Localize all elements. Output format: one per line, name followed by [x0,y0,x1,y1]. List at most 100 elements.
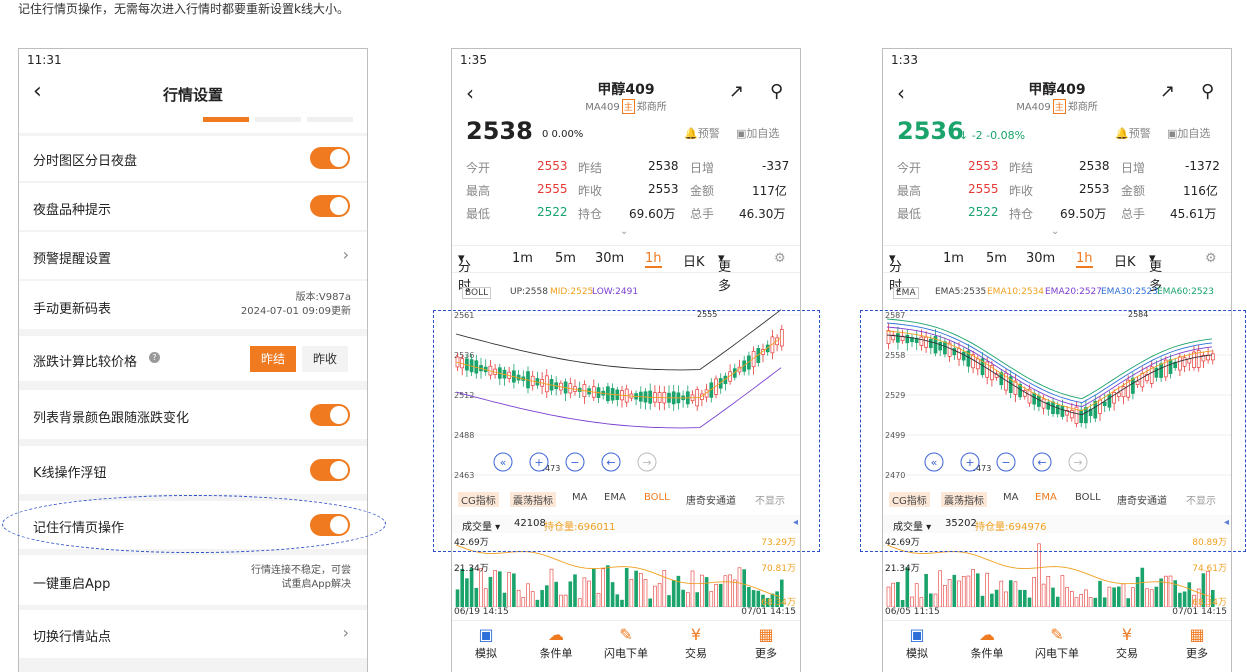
page-indicator-active [203,117,249,122]
trade-icon: ¥ [1121,625,1133,644]
nav-more[interactable]: ▦ 更多 [1167,625,1227,661]
volume-bar [910,596,914,607]
nav-more[interactable]: ▦ 更多 [736,625,796,661]
kline-float-toggle[interactable] [310,459,350,481]
chevron-down-icon[interactable]: ⌄ [620,226,628,237]
trade-icon: ¥ [690,625,702,644]
tab-5m[interactable]: 5m [555,251,576,266]
indicator-name[interactable]: EMA [893,287,919,299]
nav-flash[interactable]: ✎ 闪电下单 [596,625,656,661]
caption: 记住行情页操作，无需每次进入行情时都要重新设置k线大小。 [18,2,349,16]
add-watch-button[interactable]: ▣加自选 [1167,125,1210,141]
volume-bar [507,572,512,607]
row-restart[interactable]: 一键重启App 行情连接不稳定，可尝 试重启App解决 [19,555,367,605]
compare-settle-button[interactable]: 昨结 [250,346,296,372]
volume-bar [1074,597,1079,607]
tab-timeshare[interactable]: 分时 ▾ [458,251,471,294]
tab-5m[interactable]: 5m [986,251,1007,266]
grid-label: 总手 [1121,207,1146,221]
help-icon[interactable]: ? [149,352,160,363]
bottom-nav: ▣ 模拟 ☁ 条件单 ✎ 闪电下单 ¥ 交易 ▦ 更多 [452,620,800,672]
oi-axis-label: 74.61万 [1192,564,1227,574]
volume-bar [592,568,596,607]
volume-bar [914,583,919,607]
volume-bar [577,598,582,607]
volume-bar [751,590,756,607]
nav-sim[interactable]: ▣ 模拟 [887,625,947,661]
split-day-night-toggle[interactable] [310,147,350,169]
grid-value: 2538 [1079,159,1110,173]
nav-condition[interactable]: ☁ 条件单 [526,625,586,661]
gear-icon[interactable]: ⚙ [774,251,786,266]
nav-condition[interactable]: ☁ 条件单 [957,625,1017,661]
volume-bar [615,594,620,607]
chevron-right-icon: › [342,245,349,264]
tab-30m[interactable]: 30m [1026,251,1055,266]
row-label: 夜盘品种提示 [33,203,112,218]
tab-1m[interactable]: 1m [943,251,964,266]
grid-label: 金额 [690,184,715,198]
tab-1m[interactable]: 1m [512,251,533,266]
search-icon[interactable]: ⚲ [770,81,783,102]
volume-bar [469,567,474,607]
status-time: 1:35 [460,53,487,67]
tab-day-k[interactable]: 日K [683,251,705,270]
volume-bar [1112,587,1116,607]
volume-bar [896,581,900,607]
condition-icon: ☁ [979,625,995,644]
nav-trade[interactable]: ¥ 交易 [666,625,726,661]
volume-bar [1140,567,1145,607]
volume-bar [966,575,971,607]
vol-axis-label: 21.34万 [885,564,920,574]
add-watch-button[interactable]: ▣加自选 [736,125,779,141]
version-date: 2024-07-01 09:09更新 [240,306,351,317]
search-icon[interactable]: ⚲ [1201,81,1214,102]
row-label: 预警提醒设置 [33,252,112,267]
tab-timeshare[interactable]: 分时 ▾ [889,251,902,294]
alert-button[interactable]: 🔔预警 [1115,125,1151,141]
share-icon[interactable]: ↗ [729,81,744,102]
grid-label: 昨结 [1009,161,1034,175]
tab-day-k[interactable]: 日K [1114,251,1136,270]
nav-trade[interactable]: ¥ 交易 [1097,625,1157,661]
version-text: 版本:V987a [295,292,351,303]
grid-value: 69.50万 [1060,207,1107,221]
indicator-name[interactable]: BOLL [462,287,492,299]
tab-1h[interactable]: 1h [645,251,662,268]
boll-low: LOW:2491 [592,287,639,297]
row-manual-update[interactable]: 手动更新码表 版本:V987a 2024-07-01 09:09更新 [19,281,367,329]
volume-bar [554,581,558,607]
row-compare-price: 涨跌计算比较价格 ? 昨结 昨收 [19,336,367,381]
nav-sim[interactable]: ▣ 模拟 [456,625,516,661]
compare-close-button[interactable]: 昨收 [302,346,348,372]
tab-more[interactable]: 更多 ▾ [1149,251,1162,294]
grid-label: 昨收 [578,184,603,198]
page-indicator [307,117,353,122]
volume-bar [938,570,943,607]
grid-value: 2553 [968,159,999,173]
volume-bar [648,598,652,607]
boll-mid: MID:2525 [550,287,594,297]
date-end: 07/01 14:15 [741,607,796,617]
more-icon: ▦ [758,625,774,644]
tab-30m[interactable]: 30m [595,251,624,266]
share-icon[interactable]: ↗ [1160,81,1175,102]
row-alert-settings[interactable]: 预警提醒设置 › [19,232,367,279]
list-color-toggle[interactable] [310,404,350,426]
grid-label: 昨收 [1009,184,1034,198]
volume-bar [1126,598,1130,607]
tab-more[interactable]: 更多 ▾ [718,251,731,294]
row-kline-float: K线操作浮钮 [19,446,367,494]
tab-1h[interactable]: 1h [1076,251,1093,268]
alert-button[interactable]: 🔔预警 [684,125,720,141]
ema60: EMA60:2523 [1157,287,1214,297]
volume-bar [1149,589,1154,607]
flash-icon: ✎ [1050,625,1064,644]
volume-bar [587,580,591,607]
nav-flash[interactable]: ✎ 闪电下单 [1027,625,1087,661]
volume-bar [573,574,577,607]
night-hint-toggle[interactable] [310,195,350,217]
gear-icon[interactable]: ⚙ [1205,251,1217,266]
chevron-down-icon[interactable]: ⌄ [1051,226,1059,237]
row-switch-site[interactable]: 切换行情站点 › [19,610,367,658]
